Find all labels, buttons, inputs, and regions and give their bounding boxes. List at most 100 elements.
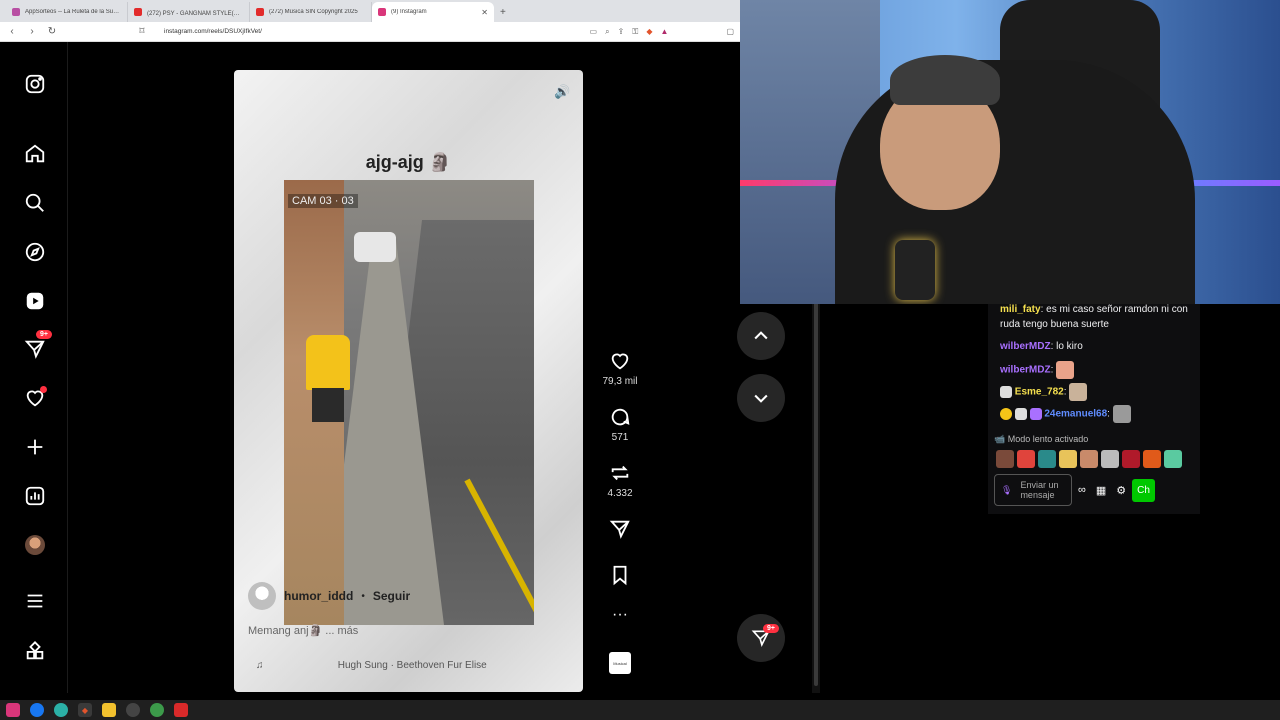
- tab-title: (9) Instagram: [391, 9, 427, 15]
- previous-reel-button[interactable]: [737, 312, 785, 360]
- close-icon[interactable]: ✕: [481, 8, 488, 17]
- emote-option[interactable]: [1101, 450, 1119, 468]
- file-explorer-icon[interactable]: [102, 703, 116, 717]
- author-username[interactable]: humor_iddd: [284, 589, 353, 603]
- settings-icon[interactable]: ⚙: [1116, 484, 1126, 497]
- chat-username[interactable]: Esme_782: [1015, 387, 1064, 398]
- more-action[interactable]: ···: [600, 606, 640, 624]
- chevron-up-icon: [754, 331, 768, 340]
- media-app-icon[interactable]: [174, 703, 188, 717]
- chat-username[interactable]: mili_faty: [1000, 304, 1041, 315]
- messages-icon[interactable]: 9+: [22, 330, 52, 362]
- reel-title: ajg-ajg 🗿: [365, 152, 452, 172]
- tab-title: (272) PSY - GANGNAM STYLE(강남: [147, 10, 243, 17]
- music-icon: ♫: [256, 660, 264, 671]
- chat-username[interactable]: 24emanuel68: [1044, 409, 1107, 420]
- tab-title: (272) Música SIN Copyright 2025: [269, 9, 358, 15]
- emote-option[interactable]: [1038, 450, 1056, 468]
- messages-float-badge: 9+: [763, 624, 779, 633]
- messages-float-button[interactable]: 9+: [737, 614, 785, 662]
- chat-username[interactable]: wilberMDZ: [1000, 365, 1051, 376]
- chat-badge: [1029, 408, 1042, 420]
- emote-option[interactable]: [996, 450, 1014, 468]
- rewards-icon[interactable]: ▲: [661, 27, 669, 37]
- reels-icon[interactable]: [22, 288, 48, 314]
- share-icon[interactable]: ⇪: [618, 27, 625, 37]
- emote-option[interactable]: [1143, 450, 1161, 468]
- cast-icon[interactable]: ▭: [590, 27, 598, 37]
- facebook-app-icon[interactable]: [30, 703, 44, 717]
- address-bar: ‹ › ↻ ⌑ instagram.com/reels/DSUXjIfkVet/…: [0, 22, 740, 42]
- slow-mode-notice: 📹 Modo lento activado: [994, 434, 1089, 444]
- zoom-icon[interactable]: ⌕: [605, 27, 609, 37]
- explore-icon[interactable]: [22, 239, 48, 265]
- back-icon[interactable]: ‹: [6, 26, 18, 37]
- tab-bar: AppSorteos -- La Ruleta de la Suerte (27…: [0, 0, 740, 22]
- url-field[interactable]: instagram.com/reels/DSUXjIfkVet/: [156, 25, 582, 39]
- comment-action[interactable]: 571: [600, 406, 640, 443]
- edge-app-icon[interactable]: [54, 703, 68, 717]
- brave-shield-icon[interactable]: ◆: [646, 27, 652, 37]
- emote-option[interactable]: [1017, 450, 1035, 468]
- browser-chrome: AppSorteos -- La Ruleta de la Suerte (27…: [0, 0, 740, 42]
- like-action[interactable]: 79,3 mil: [600, 350, 640, 387]
- obs-app-icon[interactable]: [126, 703, 140, 717]
- follow-button[interactable]: Seguir: [373, 589, 410, 603]
- emote-option[interactable]: [1080, 450, 1098, 468]
- tab-gangnam[interactable]: (272) PSY - GANGNAM STYLE(강남: [128, 2, 250, 22]
- instagram-app-icon[interactable]: [6, 703, 20, 717]
- chat-username[interactable]: wilberMDZ: [1000, 341, 1051, 352]
- audio-thumbnail[interactable]: Musical: [609, 652, 631, 674]
- brave-app-icon[interactable]: ◆: [78, 703, 92, 717]
- reload-icon[interactable]: ↻: [46, 26, 58, 37]
- new-tab-button[interactable]: +: [494, 2, 512, 22]
- tab-appsorteos[interactable]: AppSorteos -- La Ruleta de la Suerte: [6, 2, 128, 22]
- notification-dot: [40, 386, 47, 393]
- volume-icon[interactable]: 🔊: [554, 84, 570, 100]
- webcam-cap: [890, 55, 1000, 105]
- profile-avatar[interactable]: [22, 532, 48, 558]
- microphone-icon[interactable]: 🎙: [1001, 485, 1012, 496]
- scrollbar-thumb[interactable]: [814, 302, 818, 686]
- sidebar-toggle-icon[interactable]: ▢: [726, 27, 734, 37]
- tab-instagram[interactable]: (9) Instagram ✕: [372, 2, 494, 22]
- stream-chat: mili_faty: es mi caso señor ramdon ni co…: [988, 304, 1200, 514]
- repost-action[interactable]: 4.332: [600, 462, 640, 499]
- key-icon[interactable]: ⚿: [632, 27, 638, 37]
- instagram-logo-icon[interactable]: [22, 71, 48, 97]
- threads-apps-icon[interactable]: [22, 638, 48, 664]
- home-icon[interactable]: [22, 141, 48, 167]
- save-action[interactable]: [600, 564, 640, 586]
- bookmark-icon[interactable]: ⌑: [136, 26, 148, 37]
- webcam-microphone: [895, 240, 935, 300]
- menu-icon[interactable]: [22, 588, 48, 614]
- chat-emote: [1056, 361, 1075, 379]
- chat-send-button[interactable]: Ch: [1132, 478, 1155, 502]
- next-reel-button[interactable]: [737, 374, 785, 422]
- reel-container[interactable]: 🔊 ajg-ajg 🗿 CAM 03 · 03 humor_iddd • Seg…: [234, 70, 583, 692]
- notifications-icon[interactable]: [22, 385, 48, 411]
- chrome-app-icon[interactable]: [150, 703, 164, 717]
- create-icon[interactable]: [22, 434, 48, 460]
- dashboard-icon[interactable]: [22, 483, 48, 509]
- messages-badge: 9+: [36, 330, 52, 339]
- heart-icon: [611, 353, 629, 370]
- chat-input-placeholder: Enviar un mensaje: [1020, 480, 1059, 500]
- bookmark-icon: [613, 565, 627, 586]
- emote-option[interactable]: [1122, 450, 1140, 468]
- share-action[interactable]: [600, 518, 640, 540]
- reel-video[interactable]: CAM 03 · 03: [284, 180, 534, 625]
- reel-music[interactable]: ♫ Hugh Sung · Beethoven Fur Elise: [256, 660, 561, 671]
- author-separator: •: [361, 590, 365, 602]
- author-avatar[interactable]: [248, 582, 276, 610]
- channel-points-icon[interactable]: ∞: [1078, 484, 1086, 497]
- reel-caption[interactable]: Memang anj🗿 ... más: [248, 624, 358, 637]
- forward-icon[interactable]: ›: [26, 26, 38, 37]
- more-icon: ···: [612, 606, 628, 623]
- chat-input[interactable]: 🎙 Enviar un mensaje: [994, 474, 1072, 506]
- search-icon[interactable]: [22, 190, 48, 216]
- store-icon[interactable]: ▦: [1096, 484, 1106, 497]
- emote-option[interactable]: [1059, 450, 1077, 468]
- emote-option[interactable]: [1164, 450, 1182, 468]
- tab-musica[interactable]: (272) Música SIN Copyright 2025: [250, 2, 372, 22]
